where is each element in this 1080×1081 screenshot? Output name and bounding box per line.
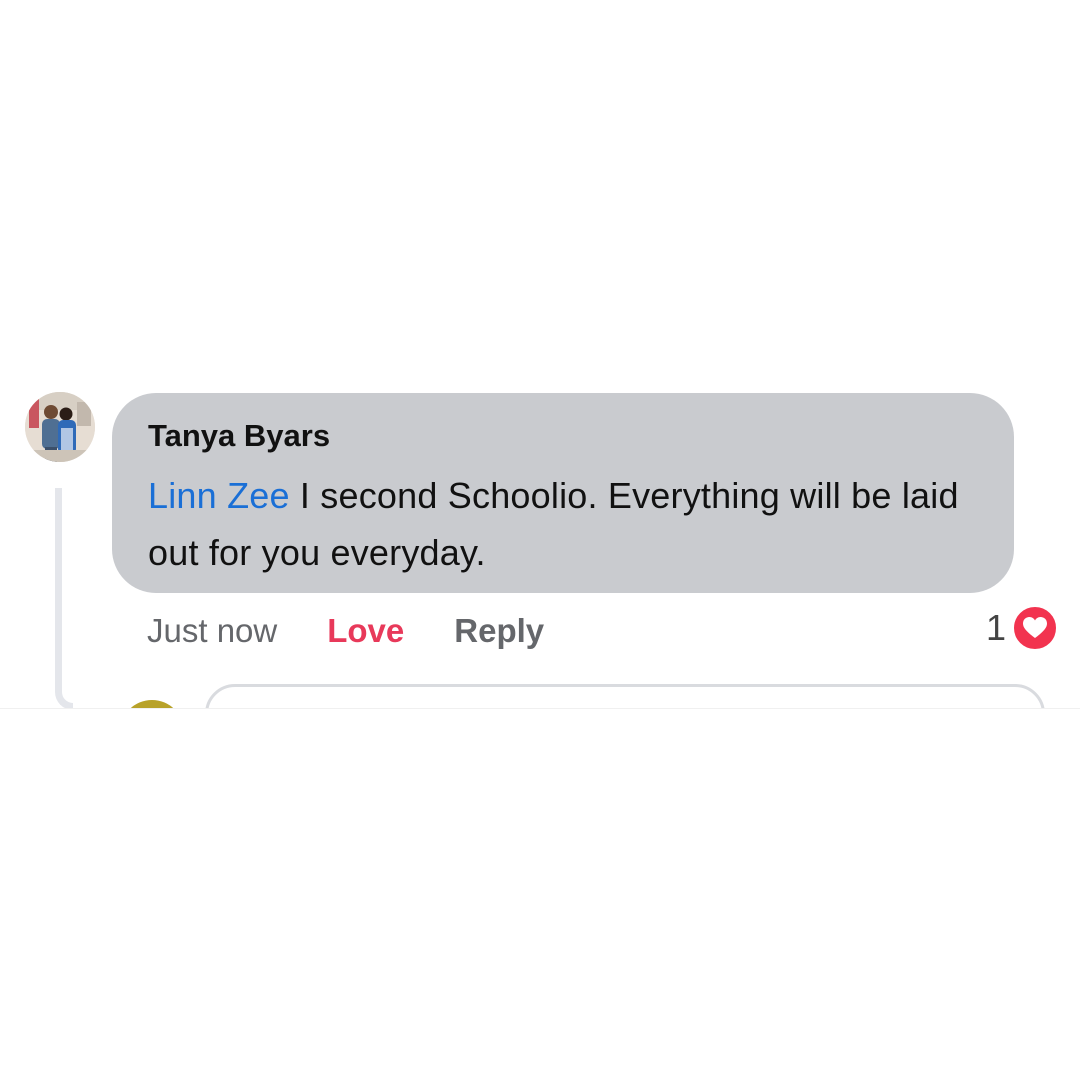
mention-link[interactable]: Linn Zee — [148, 475, 290, 516]
avatar-photo — [25, 392, 95, 462]
comment-actions: Just now Love Reply — [147, 608, 544, 654]
comment-author[interactable]: Tanya Byars — [148, 417, 982, 455]
comment-thread: Tanya Byars Linn Zee I second Schoolio. … — [0, 0, 1080, 1081]
reply-button[interactable]: Reply — [454, 612, 544, 650]
reaction-summary[interactable]: 1 — [986, 604, 1058, 652]
blank-area — [0, 708, 1080, 1081]
avatar[interactable] — [25, 392, 95, 462]
thread-connector-line — [55, 488, 73, 710]
love-reaction-button[interactable]: Love — [327, 612, 404, 650]
reaction-count: 1 — [985, 607, 1006, 648]
heart-icon — [1012, 605, 1058, 651]
comment-bubble: Tanya Byars Linn Zee I second Schoolio. … — [112, 393, 1014, 593]
comment-timestamp[interactable]: Just now — [147, 612, 277, 650]
comment-body: Linn Zee I second Schoolio. Everything w… — [148, 467, 982, 581]
